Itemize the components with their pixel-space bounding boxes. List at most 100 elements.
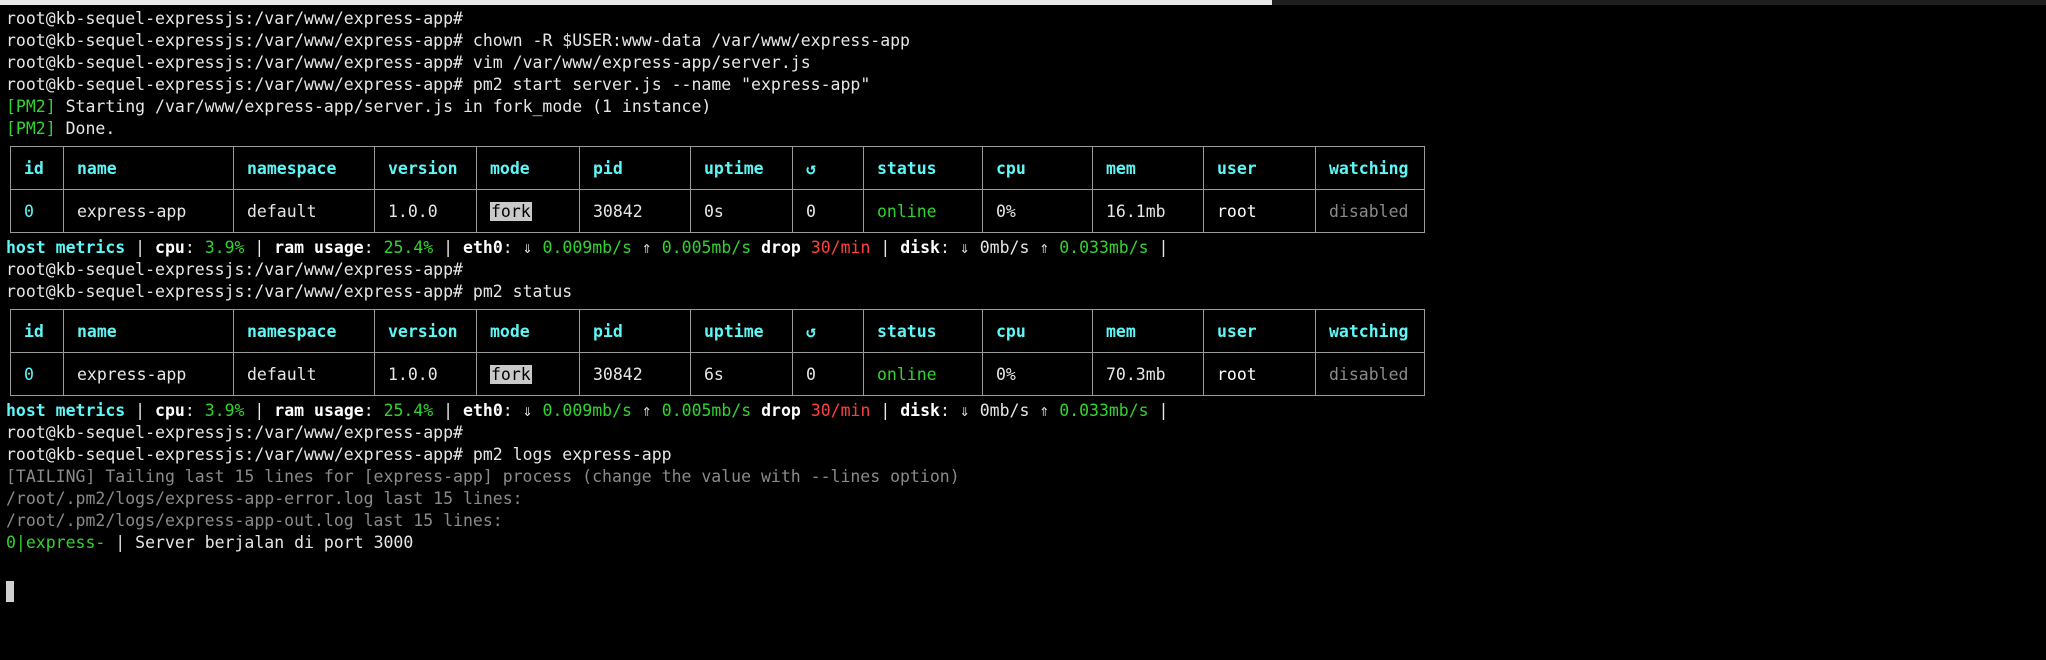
drop-label: drop [761, 238, 801, 257]
header-watching: watching [1315, 309, 1425, 353]
header-mode: mode [476, 309, 580, 353]
pm2-message: Starting /var/www/express-app/server.js … [65, 97, 712, 116]
out-log-line: /root/.pm2/logs/express-app-out.log last… [6, 511, 503, 530]
command-text: vim /var/www/express-app/server.js [472, 53, 811, 72]
cell-id: 0 [10, 352, 64, 396]
header-id: id [10, 146, 64, 190]
header-uptime: uptime [690, 309, 793, 353]
error-log-line: /root/.pm2/logs/express-app-error.log la… [6, 489, 523, 508]
cpu-label: cpu [155, 401, 185, 420]
prompt-line: root@kb-sequel-expressjs:/var/www/expres… [6, 8, 2040, 30]
command-text: pm2 status [472, 282, 573, 301]
cpu-value: 3.9% [204, 401, 245, 420]
command-line-pm2-start: root@kb-sequel-expressjs:/var/www/expres… [6, 74, 2040, 96]
top-bar-active-segment [0, 0, 1272, 5]
header-version: version [374, 309, 477, 353]
up-arrow-icon: ⇑ [1039, 401, 1050, 420]
down-arrow-icon: ⇓ [522, 238, 533, 257]
cell-id: 0 [10, 189, 64, 233]
metrics-separator: | [254, 238, 265, 257]
terminal[interactable]: root@kb-sequel-expressjs:/var/www/expres… [6, 8, 2040, 602]
prompt: root@kb-sequel-expressjs:/var/www/expres… [6, 260, 463, 279]
disk-label: disk [900, 401, 940, 420]
header-uptime: uptime [690, 146, 793, 190]
log-message: Server berjalan di port 3000 [135, 533, 414, 552]
metrics-separator: | [135, 238, 146, 257]
header-user: user [1203, 309, 1316, 353]
cell-uptime: 0s [690, 189, 793, 233]
app-log-line: 0|express- | Server berjalan di port 300… [6, 532, 2040, 554]
command-line-pm2-status: root@kb-sequel-expressjs:/var/www/expres… [6, 281, 2040, 303]
ram-label: ram usage [274, 238, 364, 257]
top-bar-inactive-segment [1272, 0, 2046, 5]
pm2-message: Done. [65, 119, 116, 138]
terminal-cursor[interactable] [6, 581, 14, 602]
cell-watching: disabled [1315, 189, 1425, 233]
cpu-value: 3.9% [204, 238, 245, 257]
header-pid: pid [579, 309, 691, 353]
header-status: status [863, 146, 983, 190]
cell-mem: 16.1mb [1092, 189, 1204, 233]
cpu-label: cpu [155, 238, 185, 257]
metrics-label: host metrics [6, 238, 126, 257]
header-name: name [63, 146, 234, 190]
host-metrics-line: host metrics | cpu: 3.9% | ram usage: 25… [6, 401, 1169, 420]
tailing-line: [TAILING] Tailing last 15 lines for [exp… [6, 467, 960, 486]
cell-name: express-app [63, 189, 234, 233]
header-id: id [10, 309, 64, 353]
cell-pid: 30842 [579, 189, 691, 233]
metrics-separator: | [880, 401, 891, 420]
up-arrow-icon: ⇑ [1039, 238, 1050, 257]
prompt: root@kb-sequel-expressjs:/var/www/expres… [6, 423, 463, 442]
cell-user: root [1203, 189, 1316, 233]
header-restarts: ↺ [792, 146, 864, 190]
cell-mode: fork [476, 352, 580, 396]
cell-cpu: 0% [982, 189, 1093, 233]
log-pipe: | [115, 533, 126, 552]
mode-badge: fork [490, 364, 532, 384]
disk-down-value: 0mb/s [979, 238, 1030, 257]
header-version: version [374, 146, 477, 190]
down-arrow-icon: ⇓ [959, 401, 970, 420]
eth-up-value: 0.005mb/s [661, 401, 752, 420]
metrics-separator: | [880, 238, 891, 257]
mode-badge: fork [490, 201, 532, 221]
disk-up-value: 0.033mb/s [1059, 401, 1149, 420]
command-text: pm2 start server.js --name "express-app" [472, 75, 871, 94]
eth-down-value: 0.009mb/s [542, 401, 632, 420]
cell-name: express-app [63, 352, 234, 396]
cursor-line [6, 580, 2040, 602]
host-metrics-line: host metrics | cpu: 3.9% | ram usage: 25… [6, 238, 1169, 257]
cell-user: root [1203, 352, 1316, 396]
cell-status: online [863, 189, 983, 233]
header-cpu: cpu [982, 146, 1093, 190]
prompt: root@kb-sequel-expressjs:/var/www/expres… [6, 75, 463, 94]
ram-label: ram usage [274, 401, 364, 420]
down-arrow-icon: ⇓ [959, 238, 970, 257]
cell-mem: 70.3mb [1092, 352, 1204, 396]
pm2-tag: [PM2] [6, 97, 56, 116]
metrics-separator: | [443, 238, 454, 257]
prompt: root@kb-sequel-expressjs:/var/www/expres… [6, 53, 463, 72]
window-top-bar [0, 0, 2046, 5]
command-line-pm2-logs: root@kb-sequel-expressjs:/var/www/expres… [6, 444, 2040, 466]
cell-version: 1.0.0 [374, 352, 477, 396]
drop-value: 30/min [810, 401, 871, 420]
table-row: 0 express-app default 1.0.0 fork 30842 0… [10, 189, 1425, 233]
ram-value: 25.4% [383, 401, 434, 420]
ram-value: 25.4% [383, 238, 434, 257]
cell-restarts: 0 [792, 352, 864, 396]
header-name: name [63, 309, 234, 353]
header-status: status [863, 309, 983, 353]
command-line-vim: root@kb-sequel-expressjs:/var/www/expres… [6, 52, 2040, 74]
prompt-line: root@kb-sequel-expressjs:/var/www/expres… [6, 259, 2040, 281]
metrics-separator: | [1158, 401, 1169, 420]
header-cpu: cpu [982, 309, 1093, 353]
prompt: root@kb-sequel-expressjs:/var/www/expres… [6, 9, 463, 28]
metrics-separator: | [135, 401, 146, 420]
cell-namespace: default [233, 352, 375, 396]
cell-mode: fork [476, 189, 580, 233]
cell-namespace: default [233, 189, 375, 233]
drop-value: 30/min [810, 238, 871, 257]
header-pid: pid [579, 146, 691, 190]
